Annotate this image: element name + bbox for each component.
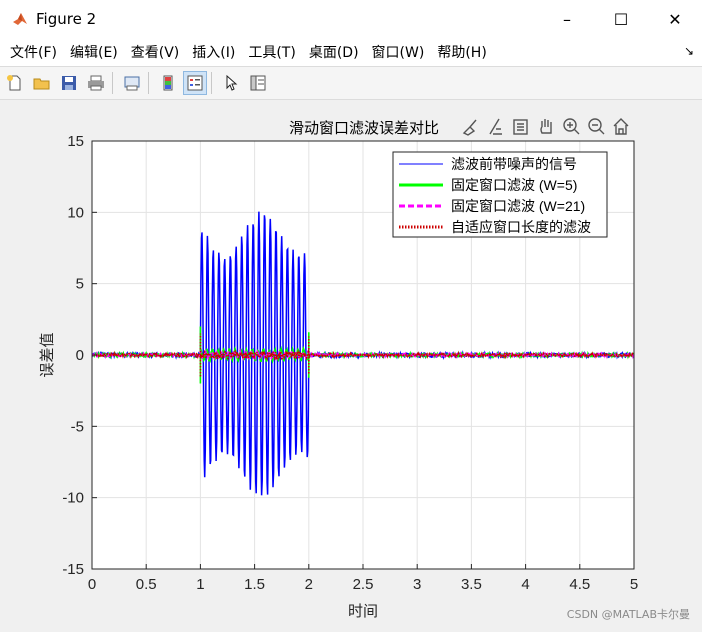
colorbar-icon[interactable] — [156, 71, 180, 95]
menu-view[interactable]: 查看(V) — [131, 42, 180, 62]
minimize-button[interactable]: – — [540, 0, 594, 38]
error-comparison-chart[interactable]: 0 0.5 1 1.5 2 2.5 3 3.5 4 4.5 5 15 10 5 0 -5 -10 -15 滑动窗… — [0, 100, 702, 628]
toolbar-separator — [148, 72, 149, 94]
menu-edit[interactable]: 编辑(E) — [70, 42, 118, 62]
print-preview-icon[interactable] — [120, 71, 144, 95]
maximize-button[interactable]: ☐ — [594, 0, 648, 38]
axes-toolbar — [462, 118, 629, 136]
x-tick-label: 0.5 — [136, 576, 157, 593]
x-axis-label: 时间 — [348, 603, 378, 620]
zoom-out-icon[interactable] — [588, 118, 605, 135]
menu-file[interactable]: 文件(F) — [10, 42, 57, 62]
menu-desktop[interactable]: 桌面(D) — [309, 42, 359, 62]
save-icon[interactable] — [57, 71, 81, 95]
menu-help[interactable]: 帮助(H) — [437, 42, 486, 62]
dock-arrow-icon[interactable]: ↘ — [684, 44, 694, 58]
chart-title: 滑动窗口滤波误差对比 — [289, 119, 439, 137]
print-icon[interactable] — [84, 71, 108, 95]
home-icon[interactable] — [613, 118, 629, 135]
x-tick-label: 1 — [196, 576, 204, 593]
pointer-icon[interactable] — [219, 71, 243, 95]
toolbar-separator — [211, 72, 212, 94]
toolbar-separator — [112, 72, 113, 94]
property-inspector-icon[interactable] — [246, 71, 270, 95]
zoom-in-icon[interactable] — [563, 118, 580, 135]
y-tick-label: 0 — [76, 347, 84, 364]
open-folder-icon[interactable] — [30, 71, 54, 95]
pan-icon[interactable] — [540, 119, 552, 134]
legend-icon[interactable] — [183, 71, 207, 95]
data-tips-icon[interactable] — [489, 118, 502, 135]
brush-icon[interactable] — [462, 119, 477, 136]
menu-window[interactable]: 窗口(W) — [372, 42, 425, 62]
title-bar: Figure 2 – ☐ ✕ — [0, 0, 702, 38]
new-figure-icon[interactable] — [3, 71, 27, 95]
y-tick-label: 5 — [76, 276, 84, 293]
x-tick-label: 3.5 — [461, 576, 482, 593]
menu-insert[interactable]: 插入(I) — [192, 42, 235, 62]
legend-label: 滤波前带噪声的信号 — [451, 156, 577, 172]
x-tick-label: 3 — [413, 576, 421, 593]
legend-label: 固定窗口滤波 (W=5) — [451, 177, 577, 193]
y-tick-label: -5 — [71, 418, 84, 435]
x-tick-label: 5 — [630, 576, 638, 593]
y-tick-label: 10 — [67, 204, 84, 221]
menu-tools[interactable]: 工具(T) — [248, 42, 295, 62]
matlab-icon — [13, 13, 27, 25]
legend-label: 固定窗口滤波 (W=21) — [451, 198, 585, 214]
x-tick-label: 4 — [521, 576, 529, 593]
legend[interactable]: 滤波前带噪声的信号固定窗口滤波 (W=5) 固定窗口滤波 (W=21) 自适应窗口长… — [392, 151, 608, 238]
y-tick-label: -10 — [62, 490, 84, 507]
x-tick-label: 4.5 — [569, 576, 590, 593]
edit-axes-icon[interactable] — [513, 119, 528, 135]
figure-canvas: 0 0.5 1 1.5 2 2.5 3 3.5 4 4.5 5 15 10 5 0 -5 -10 -15 滑动窗… — [0, 100, 702, 628]
menu-bar: 文件(F) 编辑(E) 查看(V) 插入(I) 工具(T) 桌面(D) 窗口(W… — [0, 38, 702, 67]
y-axis-label: 误差值 — [39, 332, 56, 377]
watermark: CSDN @MATLAB卡尔曼 — [566, 608, 690, 621]
close-button[interactable]: ✕ — [648, 0, 702, 38]
x-tick-label: 2.5 — [353, 576, 374, 593]
y-tick-label: -15 — [62, 561, 84, 578]
x-tick-label: 0 — [88, 576, 96, 593]
figure-toolbar — [0, 67, 702, 100]
x-tick-label: 2 — [305, 576, 313, 593]
window-title: Figure 2 — [36, 10, 97, 28]
y-tick-label: 15 — [67, 133, 84, 150]
legend-label: 自适应窗口长度的滤波 — [451, 219, 591, 235]
x-tick-label: 1.5 — [244, 576, 265, 593]
